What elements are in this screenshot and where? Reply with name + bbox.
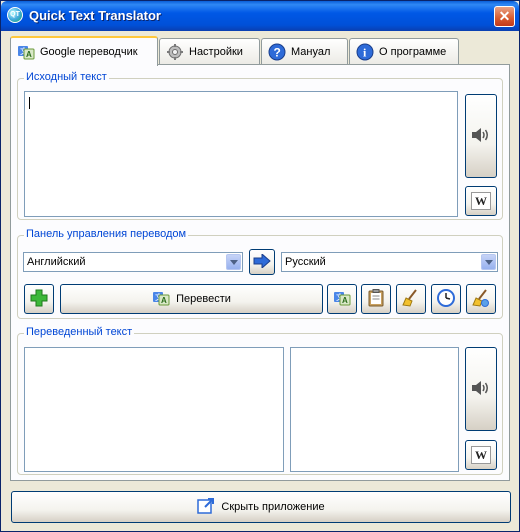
target-language-value: Русский (285, 256, 326, 268)
info-icon: i (356, 43, 374, 61)
source-language-value: Английский (27, 256, 86, 268)
clipboard-icon (368, 288, 384, 310)
translate-icon: 文A (333, 289, 351, 310)
add-button[interactable] (24, 284, 54, 314)
wikipedia-icon: W (471, 446, 491, 464)
text-caret (29, 97, 30, 109)
history-button[interactable] (431, 284, 461, 314)
speak-source-button[interactable] (465, 94, 497, 178)
hide-window-icon (197, 497, 215, 518)
control-group-title: Панель управления переводом (24, 228, 189, 240)
source-text-input[interactable] (24, 91, 458, 217)
help-icon: ? (268, 43, 286, 61)
add-icon (30, 289, 48, 310)
speaker-icon (471, 127, 491, 146)
translate-icon: 文A (17, 43, 35, 61)
clear-all-button[interactable] (466, 284, 496, 314)
hide-app-button[interactable]: Скрыть приложение (11, 491, 511, 523)
source-text-group: Исходный текст W (17, 71, 503, 220)
target-language-select[interactable]: Русский (281, 252, 498, 272)
translation-control-group: Панель управления переводом Английский Р… (17, 228, 503, 319)
close-button[interactable]: ✕ (494, 6, 515, 27)
source-group-title: Исходный текст (24, 71, 109, 83)
clock-icon (437, 288, 455, 310)
chevron-down-icon[interactable] (481, 254, 496, 270)
source-language-select[interactable]: Английский (23, 252, 243, 272)
wiki-translation-button[interactable]: W (465, 440, 497, 470)
hide-app-label: Скрыть приложение (221, 501, 325, 513)
gear-icon (166, 43, 184, 61)
speaker-icon (471, 380, 491, 399)
translated-text-group: Переведенный текст W (17, 326, 503, 475)
svg-text:A: A (342, 296, 348, 305)
svg-text:A: A (26, 50, 32, 59)
tab-about[interactable]: i О программе (349, 38, 459, 64)
speak-translation-button[interactable] (465, 347, 497, 431)
tab-google-translator[interactable]: 文A Google переводчик (10, 36, 158, 66)
tab-manual[interactable]: ? Мануал (261, 38, 348, 64)
clipboard-button[interactable] (361, 284, 391, 314)
window-title: Quick Text Translator (29, 8, 161, 23)
clean-button[interactable] (396, 284, 426, 314)
wiki-source-button[interactable]: W (465, 186, 497, 216)
clear-icon (472, 288, 490, 310)
swap-languages-button[interactable] (249, 249, 275, 275)
quick-translate-button[interactable]: 文A (327, 284, 357, 314)
svg-text:A: A (161, 296, 167, 305)
translated-text-output[interactable] (24, 347, 284, 472)
tab-settings[interactable]: Настройки (159, 38, 260, 64)
tab-label: Мануал (291, 45, 331, 58)
translate-button[interactable]: 文A Перевести (60, 284, 323, 314)
title-bar[interactable]: QT Quick Text Translator ✕ (1, 1, 519, 31)
tab-label: О программе (379, 45, 447, 58)
tab-label: Google переводчик (40, 46, 138, 58)
app-icon: QT (7, 7, 23, 23)
broom-icon (402, 288, 420, 310)
tab-label: Настройки (189, 45, 243, 58)
translate-icon: 文A (152, 289, 170, 310)
translation-variants-list[interactable] (290, 347, 459, 472)
tab-panel-google-translator: Исходный текст W Панель управления перев… (10, 64, 510, 481)
app-window: QT Quick Text Translator ✕ 文A Google пер… (0, 0, 520, 532)
translate-button-label: Перевести (176, 293, 231, 305)
arrow-right-icon (253, 252, 271, 271)
svg-text:?: ? (274, 45, 281, 59)
result-group-title: Переведенный текст (24, 326, 135, 338)
chevron-down-icon[interactable] (226, 254, 241, 270)
wikipedia-icon: W (471, 192, 491, 210)
